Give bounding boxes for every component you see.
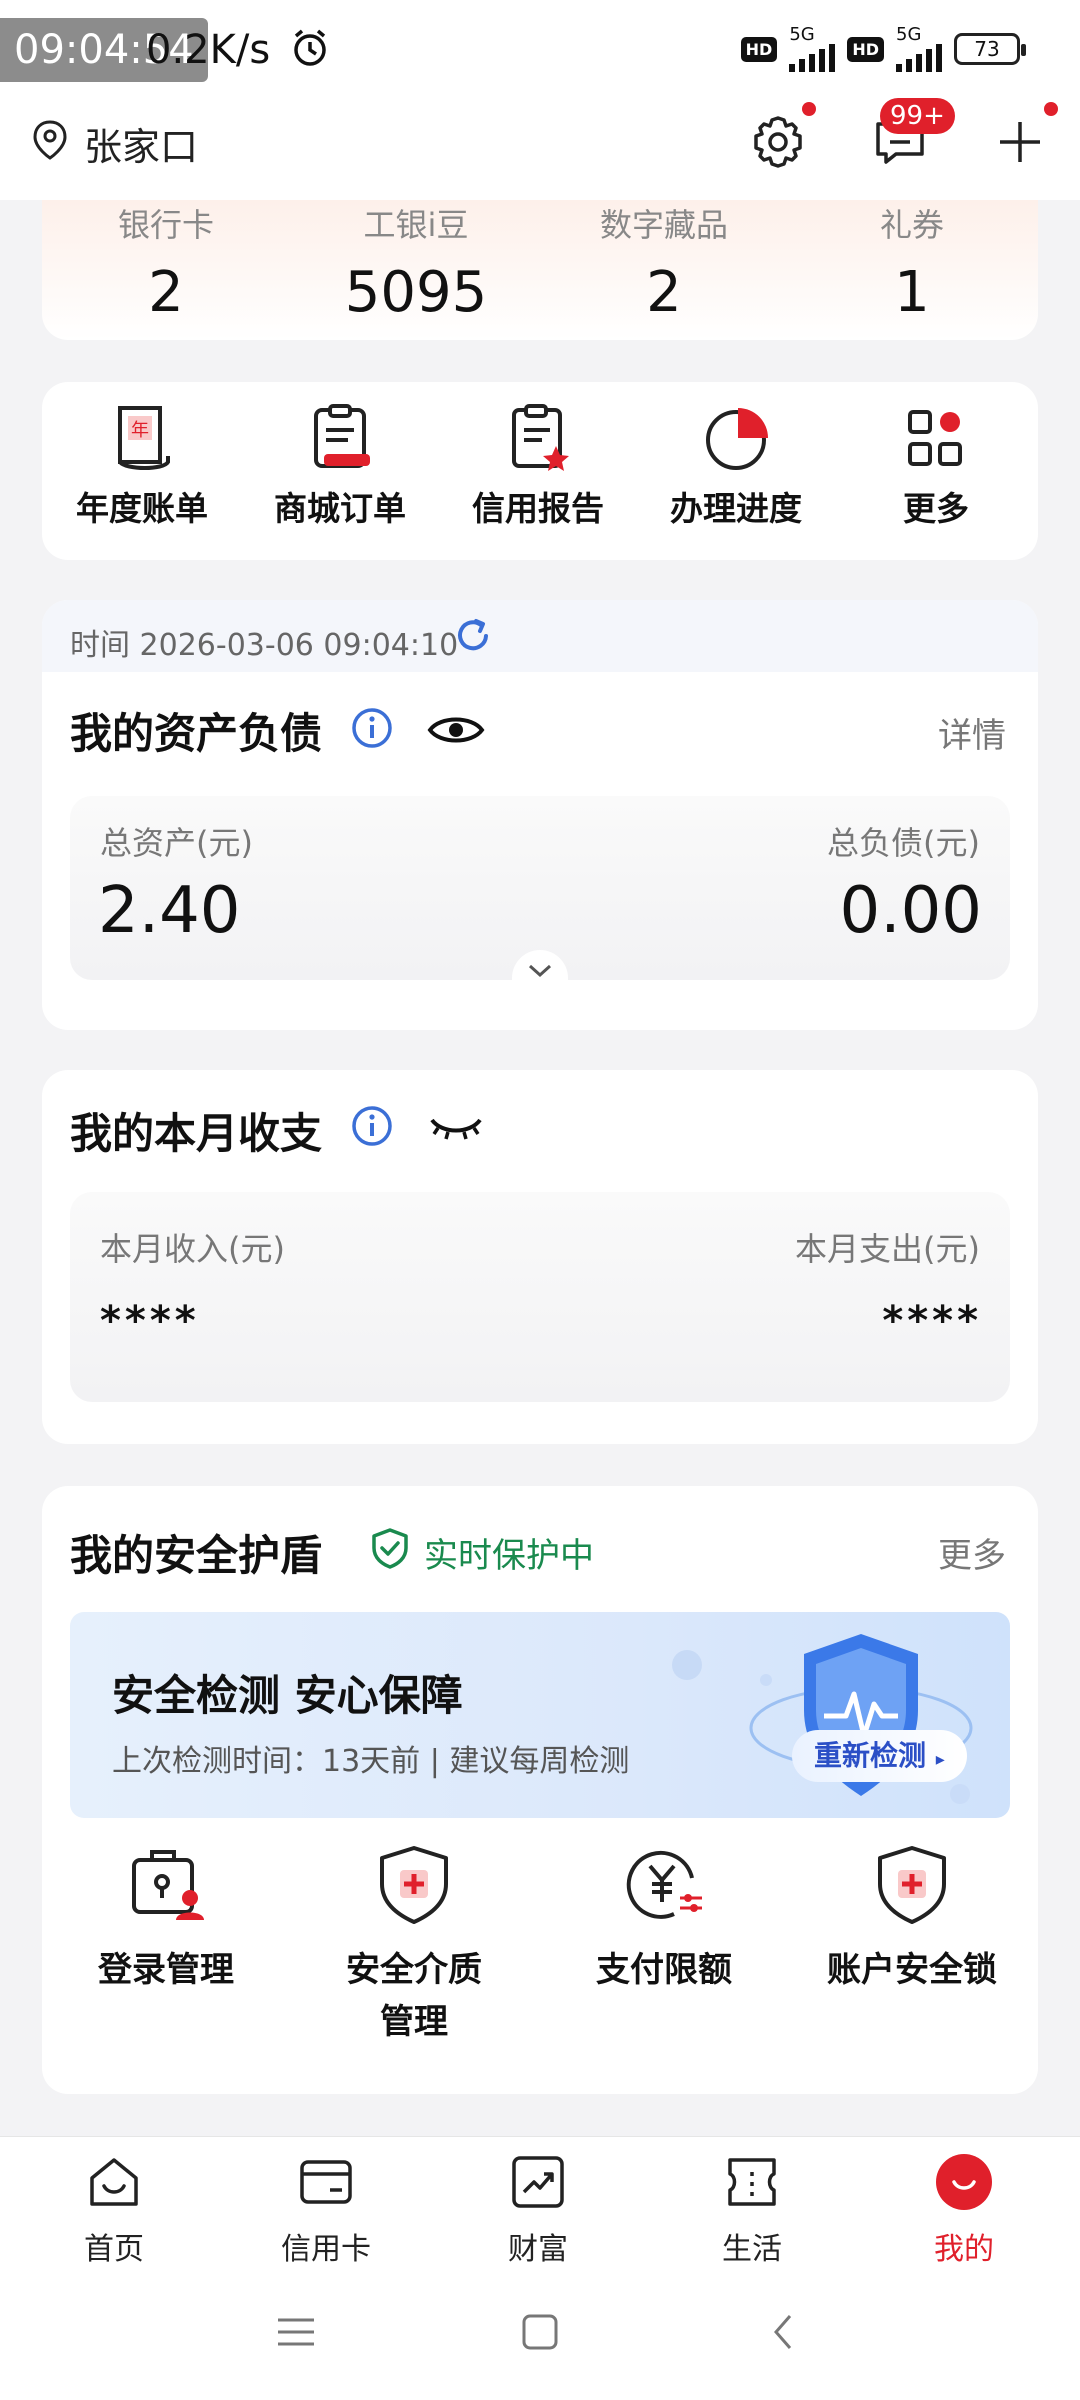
nav-mine[interactable]: 我的 <box>894 2152 1034 2268</box>
expand-toggle[interactable] <box>512 950 568 990</box>
expense-value-masked: **** <box>882 1298 982 1344</box>
income-value-masked: **** <box>100 1298 200 1344</box>
security-title: 我的安全护盾 <box>70 1531 323 1580</box>
assets-update-time: 时间 2026-03-06 09:04:10 <box>70 628 459 663</box>
profile-smile-icon <box>936 2154 992 2210</box>
location-icon[interactable] <box>28 118 72 162</box>
alarm-icon <box>294 29 326 66</box>
add-notification-dot <box>1044 102 1058 116</box>
shield-lock-icon <box>878 1846 946 1924</box>
banner-subtitle: 上次检测时间：13天前 | 建议每周检测 <box>112 1744 630 1779</box>
settings-gear-icon[interactable] <box>744 108 812 176</box>
info-icon[interactable] <box>350 1104 394 1148</box>
location-label[interactable]: 张家口 <box>84 116 198 171</box>
nav-credit-card[interactable]: 信用卡 <box>256 2152 396 2268</box>
total-assets-value: 2.40 <box>98 874 241 948</box>
hd-badge-2: HD <box>847 36 884 62</box>
security-account-lock[interactable]: 账户安全锁 <box>792 1842 1032 1996</box>
info-icon[interactable] <box>350 706 394 750</box>
network-speed: 0.2K/s <box>146 27 271 73</box>
battery-icon: 73 <box>954 33 1026 65</box>
assets-title: 我的资产负债 <box>70 709 323 758</box>
shield-scan-illustration-icon <box>749 1634 973 1804</box>
stat-coupons[interactable]: 礼券 1 <box>792 200 1032 325</box>
eye-open-icon[interactable] <box>426 710 486 750</box>
quick-more[interactable]: 更多 <box>846 402 1026 530</box>
income-title: 我的本月收支 <box>70 1109 323 1158</box>
progress-icon <box>706 408 768 470</box>
assets-detail-link[interactable]: 详情 <box>938 708 1006 757</box>
shield-plus-icon <box>380 1846 448 1924</box>
more-grid-icon <box>908 410 962 466</box>
login-lock-icon <box>132 1850 204 1920</box>
chevron-right-icon: ▸ <box>935 1749 945 1770</box>
quick-annual-bill[interactable]: 年 年度账单 <box>52 402 232 530</box>
refresh-icon[interactable] <box>452 615 494 657</box>
eye-closed-icon[interactable] <box>426 1106 486 1146</box>
quick-credit-report[interactable]: 信用报告 <box>448 402 628 530</box>
security-payment-limit[interactable]: 支付限额 <box>544 1842 784 1996</box>
security-login-management[interactable]: 登录管理 <box>46 1842 286 1996</box>
recheck-button[interactable]: 重新检测 ▸ <box>792 1730 967 1782</box>
stat-bank-cards[interactable]: 银行卡 2 <box>46 200 286 325</box>
green-shield-check-icon <box>372 1528 408 1569</box>
home-square-icon[interactable] <box>512 2304 568 2360</box>
nav-wealth[interactable]: 财富 <box>468 2152 608 2268</box>
banner-title: 安全检测 安心保障 <box>112 1671 463 1720</box>
signal-icon-2: 5G <box>896 26 942 72</box>
protection-status: 实时保护中 <box>424 1536 594 1576</box>
decor-bubble-icon <box>672 1650 702 1680</box>
expense-label: 本月支出(元) <box>795 1230 980 1268</box>
security-more-link[interactable]: 更多 <box>938 1528 1006 1577</box>
annual-bill-icon: 年 <box>118 406 170 470</box>
income-label: 本月收入(元) <box>100 1230 285 1268</box>
chevron-down-icon <box>528 964 552 978</box>
mall-order-icon <box>314 404 370 468</box>
message-count-badge: 99+ <box>880 98 955 134</box>
total-debt-label: 总负债(元) <box>827 824 980 862</box>
signal-icon: 5G <box>789 26 836 72</box>
wealth-chart-icon <box>512 2156 564 2208</box>
nav-life[interactable]: 生活 <box>682 2152 822 2268</box>
nav-home[interactable]: 首页 <box>44 2152 184 2268</box>
stat-idou[interactable]: 工银i豆 5095 <box>296 200 536 325</box>
quick-mall-order[interactable]: 商城订单 <box>250 402 430 530</box>
ticket-icon <box>728 2158 776 2206</box>
menu-lines-icon[interactable] <box>268 2304 324 2360</box>
home-icon <box>90 2158 138 2206</box>
status-indicators: HD 5G HD 5G 73 <box>740 26 1026 72</box>
stat-digital-collectibles[interactable]: 数字藏品 2 <box>544 200 784 325</box>
add-plus-icon[interactable] <box>986 108 1054 176</box>
hd-badge: HD <box>740 36 778 62</box>
total-assets-label: 总资产(元) <box>100 824 253 862</box>
yuan-limit-icon <box>626 1850 702 1919</box>
credit-card-icon <box>300 2160 352 2204</box>
credit-report-icon <box>512 404 569 471</box>
total-debt-value: 0.00 <box>839 874 983 948</box>
svg-text:年: 年 <box>131 420 149 441</box>
security-medium-management[interactable]: 安全介质管理 <box>294 1842 534 2048</box>
settings-notification-dot <box>802 102 816 116</box>
quick-progress[interactable]: 办理进度 <box>646 402 826 530</box>
back-arrow-icon[interactable] <box>756 2304 812 2360</box>
